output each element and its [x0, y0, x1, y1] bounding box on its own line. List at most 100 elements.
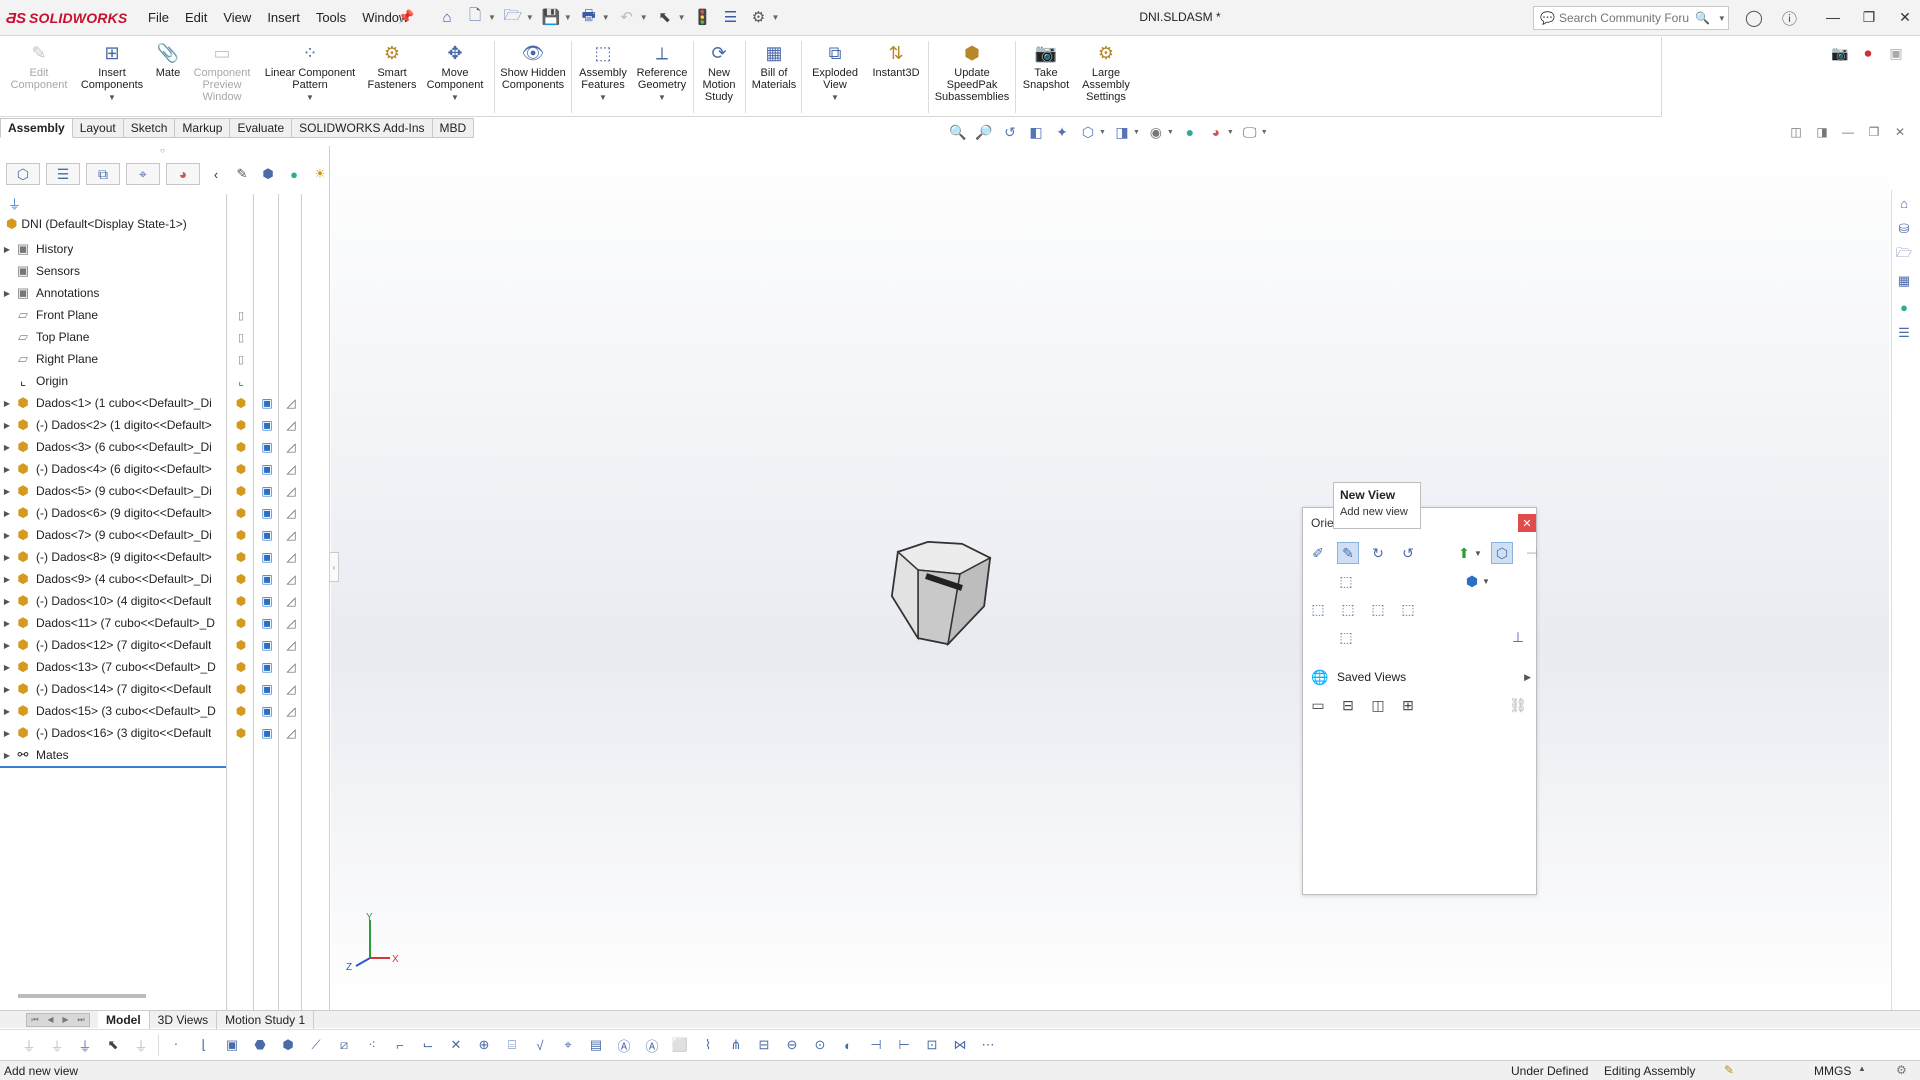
search-dropdown-icon[interactable]: ▼: [1718, 14, 1726, 23]
filter-invert-icon[interactable]: ⏚: [130, 1034, 152, 1056]
custom-properties-icon[interactable]: ☰: [1893, 323, 1915, 343]
component-state-icon[interactable]: ⬢: [232, 526, 250, 544]
component-display-icon[interactable]: ▣: [258, 658, 276, 676]
graphics-area[interactable]: [331, 140, 1889, 1010]
component-state-icon[interactable]: ⬢: [232, 592, 250, 610]
filter-surface-finish-icon[interactable]: √: [529, 1034, 551, 1056]
mate-button[interactable]: 📎 Mate: [150, 41, 186, 79]
component-transparency-icon[interactable]: ◿: [282, 680, 300, 698]
menu-tools[interactable]: Tools: [308, 10, 354, 25]
component-state-icon[interactable]: ⬢: [232, 504, 250, 522]
filter-geometric-tolerance-icon[interactable]: ⌖: [557, 1034, 579, 1056]
viewport-close-icon[interactable]: ✕: [1890, 123, 1910, 141]
viewport-minimize-icon[interactable]: —: [1838, 123, 1858, 141]
component-transparency-icon[interactable]: ◿: [282, 570, 300, 588]
new-document-icon[interactable]: 🗋: [464, 6, 486, 28]
tree-item[interactable]: ▶ ⬢ (-) Dados<6> (9 digito<<Default>: [0, 502, 226, 524]
expand-arrow-icon[interactable]: ▶: [0, 619, 14, 628]
filter-connection-points-icon[interactable]: ⊙: [809, 1034, 831, 1056]
screen-capture-icon[interactable]: ▣: [1884, 42, 1908, 64]
tab-3d-views[interactable]: 3D Views: [150, 1010, 218, 1029]
quick-tips-icon[interactable]: ⚙: [1896, 1063, 1907, 1077]
move-component-button[interactable]: ✥ Move Component ▼: [422, 41, 488, 104]
open-dropdown-icon[interactable]: ▼: [526, 13, 534, 22]
component-transparency-icon[interactable]: ◿: [282, 504, 300, 522]
component-display-icon[interactable]: ▣: [258, 438, 276, 456]
zoom-to-area-icon[interactable]: 🔎: [974, 122, 994, 142]
expand-arrow-icon[interactable]: ▶: [0, 553, 14, 562]
save-icon[interactable]: 💾: [540, 6, 562, 28]
component-state-icon[interactable]: ⬢: [232, 394, 250, 412]
panel-grip-icon[interactable]: ○: [160, 146, 165, 155]
display-style-icon[interactable]: ◨: [1112, 122, 1132, 142]
last-tab-icon[interactable]: ⏭: [77, 1015, 84, 1025]
featuremanager-tab-icon[interactable]: ⬡: [6, 163, 40, 185]
tree-item[interactable]: ▣ Sensors: [0, 260, 226, 282]
displaymanager-tab-icon[interactable]: ◕: [166, 163, 200, 185]
tree-item[interactable]: ▶ ⬢ Dados<15> (3 cubo<<Default>_D: [0, 700, 226, 722]
component-transparency-icon[interactable]: ◿: [282, 592, 300, 610]
component-preview-button[interactable]: ▭ Component Preview Window: [188, 41, 256, 103]
component-transparency-icon[interactable]: ◿: [282, 438, 300, 456]
filter-vertices-icon[interactable]: ⋅: [165, 1034, 187, 1056]
expand-arrow-icon[interactable]: ▶: [0, 575, 14, 584]
solidworks-resources-icon[interactable]: ⌂: [1893, 193, 1915, 213]
component-state-icon[interactable]: ⬢: [232, 724, 250, 742]
tab-layout[interactable]: Layout: [72, 118, 124, 138]
show-hidden-button[interactable]: 👁 Show Hidden Components: [500, 41, 566, 91]
component-transparency-icon[interactable]: ◿: [282, 636, 300, 654]
expand-arrow-icon[interactable]: ▶: [0, 641, 14, 650]
filter-weld-symbols-icon[interactable]: ⌇: [697, 1034, 719, 1056]
four-view-icon[interactable]: ⊞: [1397, 694, 1419, 716]
tree-item[interactable]: ▶ ▣ Annotations: [0, 282, 226, 304]
tree-item[interactable]: ▶ ⬢ (-) Dados<12> (7 digito<<Default: [0, 634, 226, 656]
view-settings-icon[interactable]: 🖵: [1240, 122, 1260, 142]
take-snapshot-button[interactable]: 📷 Take Snapshot: [1018, 41, 1074, 91]
expand-arrow-icon[interactable]: ▶: [0, 289, 14, 298]
filter-icon[interactable]: ⏚: [8, 194, 21, 213]
tree-item[interactable]: ▱ Top Plane: [0, 326, 226, 348]
filter-toggle-icon[interactable]: ⏚: [18, 1034, 40, 1056]
component-state-icon[interactable]: ⬢: [232, 658, 250, 676]
solidworks-logo[interactable]: ƋS SOLIDWORKS: [6, 8, 127, 28]
rollback-bar[interactable]: [0, 766, 226, 768]
select-arrow-icon[interactable]: ⬉: [654, 6, 676, 28]
filter-center-marks-icon[interactable]: ✕: [445, 1034, 467, 1056]
configurationmanager-tab-icon[interactable]: ⧉: [86, 163, 120, 185]
two-view-vertical-icon[interactable]: ◫: [1367, 694, 1389, 716]
filter-faces-icon[interactable]: ▣: [221, 1034, 243, 1056]
filter-clear-icon[interactable]: ⏚: [46, 1034, 68, 1056]
viewport-restore-icon[interactable]: ❐: [1864, 123, 1884, 141]
snapshot-camera-icon[interactable]: 📷: [1828, 42, 1852, 64]
component-display-icon[interactable]: ▣: [258, 702, 276, 720]
tree-item[interactable]: ▶ ⬢ (-) Dados<16> (3 digito<<Default: [0, 722, 226, 744]
tree-horizontal-scrollbar[interactable]: [18, 994, 146, 998]
component-display-icon[interactable]: ▣: [258, 504, 276, 522]
filter-routing-points-icon[interactable]: ◐: [837, 1034, 859, 1056]
section-view-icon[interactable]: ◧: [1026, 122, 1046, 142]
tab-addins[interactable]: SOLIDWORKS Add-Ins: [292, 118, 433, 138]
view-selector-icon[interactable]: ⬆: [1453, 542, 1475, 564]
filter-axes-icon[interactable]: ⟋: [305, 1034, 327, 1056]
view-orientation-dropdown-icon[interactable]: ▼: [1099, 129, 1106, 136]
appearance-tab-icon[interactable]: ●: [284, 163, 304, 185]
help-icon[interactable]: ⓘ: [1782, 8, 1797, 29]
tree-root[interactable]: ⬢ DNI (Default<Display State-1>): [6, 216, 187, 232]
update-speedpak-button[interactable]: ⬢ Update SpeedPak Subassemblies: [932, 41, 1012, 103]
plane-visibility-icon[interactable]: ▯: [232, 328, 250, 346]
bill-of-materials-button[interactable]: ▦ Bill of Materials: [750, 41, 798, 91]
filter-mesh-icon[interactable]: ⋈: [949, 1034, 971, 1056]
filter-midpoints-icon[interactable]: ⌙: [417, 1034, 439, 1056]
component-display-icon[interactable]: ▣: [258, 460, 276, 478]
expand-arrow-icon[interactable]: ▶: [0, 751, 14, 760]
insert-components-dropdown-icon[interactable]: ▼: [108, 92, 116, 104]
zoom-to-fit-icon[interactable]: 🔍: [948, 122, 968, 142]
tab-assembly[interactable]: Assembly: [0, 118, 73, 138]
component-display-icon[interactable]: ▣: [258, 482, 276, 500]
options-gear-icon[interactable]: ⚙: [748, 6, 770, 28]
tree-item[interactable]: ▶ ⬢ Dados<1> (1 cubo<<Default>_Di: [0, 392, 226, 414]
component-state-icon[interactable]: ⬢: [232, 438, 250, 456]
cube-tab-icon[interactable]: ⬢: [258, 163, 278, 185]
large-assembly-button[interactable]: ⚙ Large Assembly Settings: [1076, 41, 1136, 103]
expand-arrow-icon[interactable]: ▶: [0, 487, 14, 496]
